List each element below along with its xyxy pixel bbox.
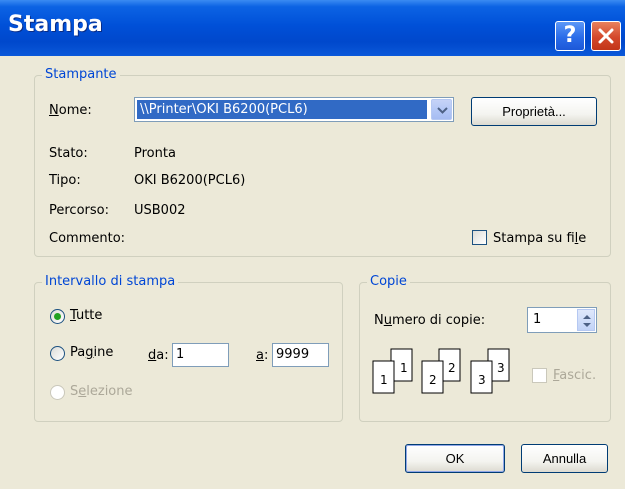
comment-label: Commento: xyxy=(49,231,126,246)
printer-group-legend: Stampante xyxy=(42,67,120,83)
all-pages-radio[interactable] xyxy=(50,309,65,324)
properties-button-label: Proprietà... xyxy=(502,104,566,119)
to-page-input[interactable]: 9999 xyxy=(272,343,329,367)
close-icon[interactable] xyxy=(591,21,621,51)
path-value: USB002 xyxy=(134,203,186,218)
pages-label[interactable]: Pagine xyxy=(70,345,113,361)
selection-label[interactable]: Selezione xyxy=(70,384,133,400)
collate-page-number: 1 xyxy=(400,361,408,375)
pages-radio[interactable] xyxy=(50,346,65,361)
print-to-file-label[interactable]: Stampa su file xyxy=(493,231,586,247)
to-label: a: xyxy=(256,348,269,363)
ok-button-label: OK xyxy=(445,451,465,466)
spin-arrows-icon xyxy=(583,315,591,327)
ok-button[interactable]: OK xyxy=(405,444,505,473)
close-x-glyph xyxy=(598,28,614,44)
help-glyph: ? xyxy=(563,23,577,48)
from-label: da: xyxy=(148,348,169,363)
help-icon[interactable]: ? xyxy=(555,21,585,51)
chevron-down-icon[interactable] xyxy=(431,99,452,120)
print-range-legend: Intervallo di stampa xyxy=(42,274,179,290)
selection-radio[interactable] xyxy=(50,385,65,400)
spin-buttons[interactable] xyxy=(577,309,595,331)
copies-count-value: 1 xyxy=(533,312,542,327)
collate-pages-icon: 1 1 2 2 3 3 xyxy=(372,348,510,394)
all-pages-label[interactable]: Tutte xyxy=(70,308,102,324)
name-label: Nome: xyxy=(49,103,92,118)
status-label: Stato: xyxy=(49,146,88,161)
collate-page-number: 3 xyxy=(497,361,505,375)
collate-page-number: 1 xyxy=(380,373,388,387)
window-title: Stampa xyxy=(8,12,103,37)
printer-name-value: \\Printer\OKI B6200(PCL6) xyxy=(137,100,427,119)
collate-page-number: 2 xyxy=(429,373,437,387)
status-value: Pronta xyxy=(134,146,176,161)
collate-page-number: 2 xyxy=(448,361,456,375)
print-to-file-checkbox[interactable] xyxy=(472,230,487,245)
path-label: Percorso: xyxy=(49,203,109,218)
cancel-button[interactable]: Annulla xyxy=(521,444,608,473)
copies-count-label: Numero di copie: xyxy=(374,313,486,328)
collate-page-number: 3 xyxy=(478,373,486,387)
type-value: OKI B6200(PCL6) xyxy=(134,173,246,188)
type-label: Tipo: xyxy=(49,173,81,188)
copies-count-spinner[interactable]: 1 xyxy=(527,307,597,333)
copies-legend: Copie xyxy=(367,274,410,290)
collate-checkbox[interactable] xyxy=(532,368,547,383)
collate-label[interactable]: Fascic. xyxy=(553,368,596,384)
printer-name-select[interactable]: \\Printer\OKI B6200(PCL6) xyxy=(134,97,454,122)
title-bar: Stampa ? xyxy=(0,0,625,56)
properties-button[interactable]: Proprietà... xyxy=(471,97,597,126)
from-page-input[interactable]: 1 xyxy=(172,343,229,367)
cancel-button-label: Annulla xyxy=(542,451,587,466)
